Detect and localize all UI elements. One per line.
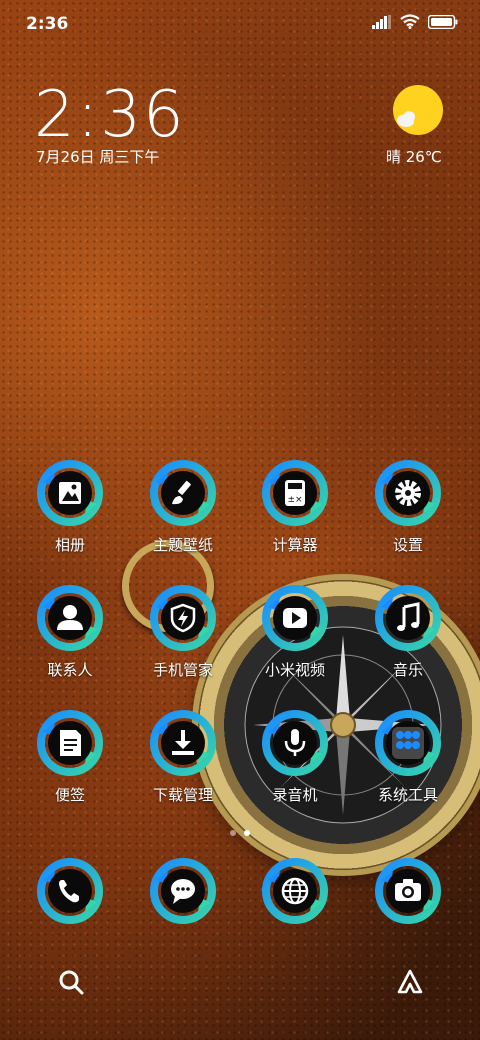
clock-widget-time[interactable]: 2:36 (34, 78, 186, 152)
gear-icon (373, 458, 443, 528)
app-label: 相册 (54, 536, 85, 554)
person-icon (35, 583, 105, 653)
search-icon[interactable] (57, 968, 85, 996)
battery-icon (428, 14, 458, 29)
message-icon (148, 856, 218, 926)
assistant-icon[interactable] (396, 968, 424, 996)
dock-phone[interactable] (20, 856, 120, 926)
app-label: 计算器 (272, 536, 318, 554)
microphone-icon (260, 708, 330, 778)
status-time: 2:36 (26, 14, 69, 34)
app-play[interactable]: 小米视频 (245, 583, 345, 680)
page-dot-active[interactable] (244, 830, 250, 836)
app-label: 联系人 (47, 661, 93, 679)
app-label: 下载管理 (152, 786, 213, 804)
note-icon (35, 708, 105, 778)
folder-icon (373, 708, 443, 778)
page-indicator (0, 830, 480, 836)
app-folder[interactable]: 系统工具 (358, 708, 458, 805)
app-label: 主题壁纸 (152, 536, 213, 554)
weather-text[interactable]: 晴 26℃ (386, 146, 442, 167)
app-label: 录音机 (272, 786, 318, 804)
app-gear[interactable]: 设置 (358, 458, 458, 555)
app-gallery[interactable]: 相册 (20, 458, 120, 555)
status-bar: 2:36 (0, 0, 480, 50)
dock-camera[interactable] (358, 856, 458, 926)
calculator-icon: ±× (260, 458, 330, 528)
app-shield-bolt[interactable]: 手机管家 (133, 583, 233, 680)
play-icon (260, 583, 330, 653)
app-microphone[interactable]: 录音机 (245, 708, 345, 805)
app-label: 系统工具 (377, 786, 438, 804)
sunny-weather-icon[interactable] (392, 84, 444, 136)
dock-globe[interactable] (245, 856, 345, 926)
clock-widget-date[interactable]: 7月26日 周三下午 (36, 146, 159, 167)
page-dot[interactable] (230, 830, 236, 836)
gallery-icon (35, 458, 105, 528)
app-label: 手机管家 (152, 661, 213, 679)
app-calculator[interactable]: ±× 计算器 (245, 458, 345, 555)
app-music-note[interactable]: 音乐 (358, 583, 458, 680)
app-label: 音乐 (392, 661, 423, 679)
dock-message[interactable] (133, 856, 233, 926)
globe-icon (260, 856, 330, 926)
app-label: 设置 (392, 536, 423, 554)
signal-icon (372, 14, 391, 29)
download-icon (148, 708, 218, 778)
svg-text:±×: ±× (287, 495, 302, 505)
app-download[interactable]: 下载管理 (133, 708, 233, 805)
shield-bolt-icon (148, 583, 218, 653)
wifi-icon (400, 14, 420, 29)
app-note[interactable]: 便签 (20, 708, 120, 805)
app-label: 便签 (54, 786, 85, 804)
camera-icon (373, 856, 443, 926)
paintbrush-icon (148, 458, 218, 528)
app-paintbrush[interactable]: 主题壁纸 (133, 458, 233, 555)
phone-icon (35, 856, 105, 926)
music-note-icon (373, 583, 443, 653)
app-label: 小米视频 (264, 661, 325, 679)
app-person[interactable]: 联系人 (20, 583, 120, 680)
